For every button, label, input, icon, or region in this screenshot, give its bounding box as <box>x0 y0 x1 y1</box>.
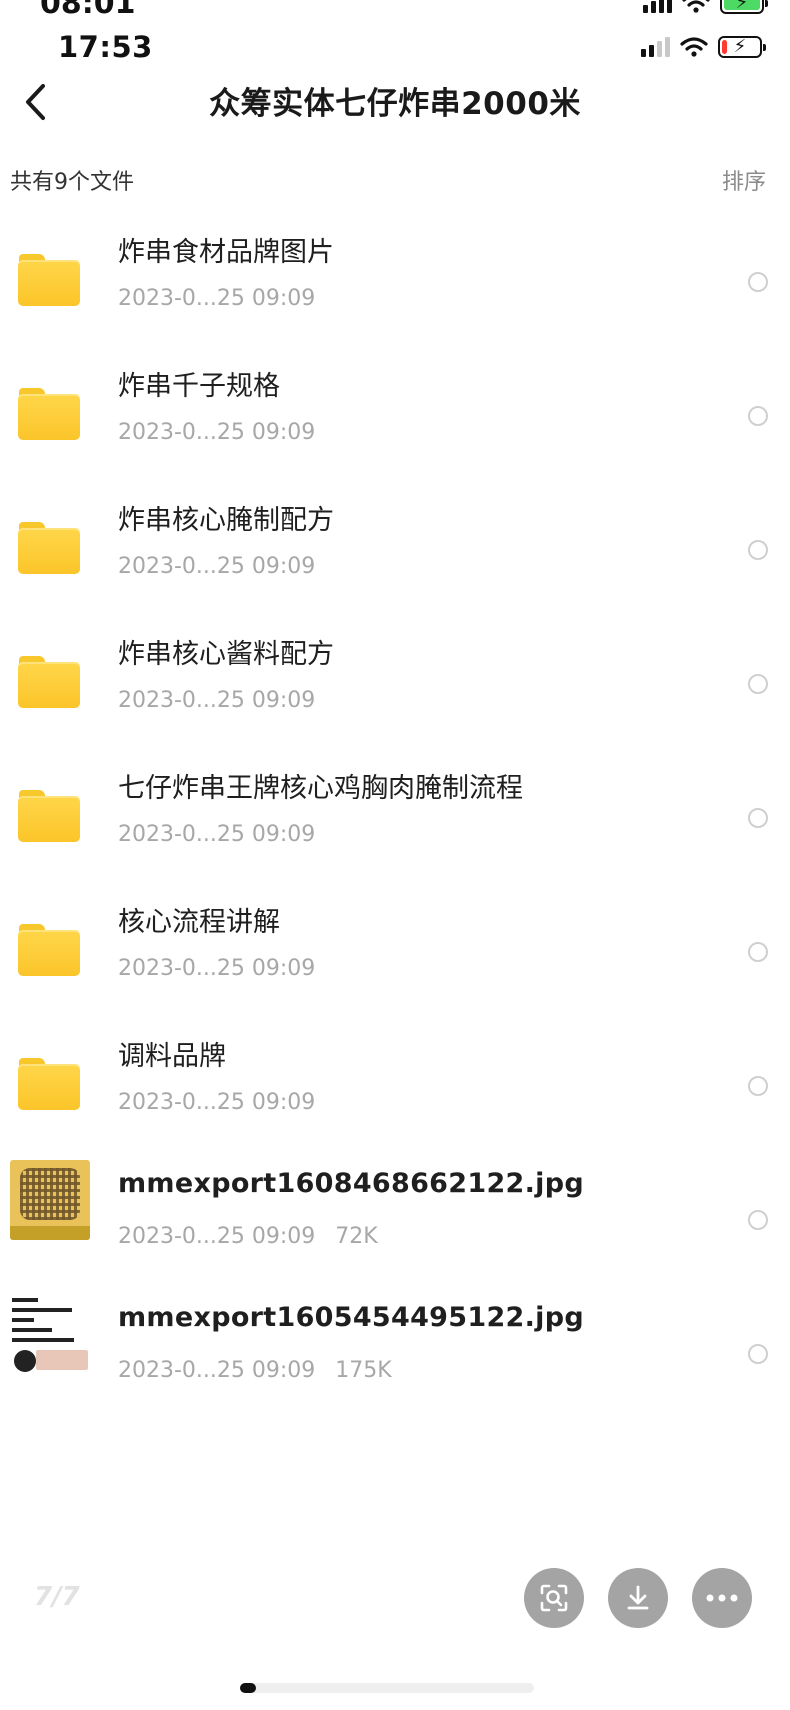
item-meta: 2023-0...25 09:09 <box>118 1090 315 1115</box>
image-thumbnail <box>10 1160 90 1240</box>
list-item[interactable]: 核心流程讲解 2023-0...25 09:09 <box>0 890 790 1024</box>
select-radio[interactable] <box>748 406 768 426</box>
status-time-top: 08:01 <box>40 0 136 21</box>
item-date: 2023-0...25 09:09 <box>118 420 316 445</box>
file-count: 共有9个文件 <box>10 170 134 195</box>
item-meta: 2023-0...25 09:09 <box>118 554 315 579</box>
item-name: 炸串核心腌制配方 <box>118 505 334 536</box>
status-bar: 17:53 ⚡ <box>0 28 790 68</box>
file-list: 炸串食材品牌图片 2023-0...25 09:09 炸串千子规格 2023-0… <box>0 220 790 1426</box>
item-meta: 2023-0...25 09:09 72K <box>118 1224 378 1249</box>
download-button[interactable] <box>608 1568 668 1628</box>
item-name: 七仔炸串王牌核心鸡胸肉腌制流程 <box>118 773 523 804</box>
folder-icon <box>18 924 80 976</box>
wifi-icon <box>682 0 710 13</box>
status-icons: ⚡ <box>641 36 766 58</box>
status-icons-top: ⚡ <box>643 0 768 14</box>
list-item[interactable]: 炸串千子规格 2023-0...25 09:09 <box>0 354 790 488</box>
item-meta: 2023-0...25 09:09 <box>118 956 315 981</box>
select-radio[interactable] <box>748 1344 768 1364</box>
status-time: 17:53 <box>58 30 153 64</box>
page-indicator: 7/7 <box>34 1582 80 1612</box>
folder-icon <box>18 1058 80 1110</box>
battery-charging-icon: ⚡ <box>720 0 768 14</box>
item-name: mmexport1608468662122.jpg <box>118 1168 584 1199</box>
status-bar-top: 08:01 ⚡ <box>0 0 790 22</box>
item-date: 2023-0...25 09:09 <box>118 1358 316 1383</box>
select-radio[interactable] <box>748 540 768 560</box>
item-name: mmexport1605454495122.jpg <box>118 1302 584 1333</box>
list-item[interactable]: 调料品牌 2023-0...25 09:09 <box>0 1024 790 1158</box>
list-item[interactable]: mmexport1608468662122.jpg 2023-0...25 09… <box>0 1158 790 1292</box>
select-radio[interactable] <box>748 1210 768 1230</box>
item-date: 2023-0...25 09:09 <box>118 554 316 579</box>
item-date: 2023-0...25 09:09 <box>118 286 316 311</box>
item-date: 2023-0...25 09:09 <box>118 822 316 847</box>
select-radio[interactable] <box>748 272 768 292</box>
download-icon <box>627 1585 649 1610</box>
item-date: 2023-0...25 09:09 <box>118 688 316 713</box>
item-date: 2023-0...25 09:09 <box>118 956 316 981</box>
folder-icon <box>18 790 80 842</box>
item-date: 2023-0...25 09:09 <box>118 1090 316 1115</box>
select-radio[interactable] <box>748 1076 768 1096</box>
item-name: 核心流程讲解 <box>118 907 280 938</box>
navigation-bar: 众筹实体七仔炸串2000米 <box>0 72 790 144</box>
item-size: 175K <box>335 1358 392 1383</box>
item-date: 2023-0...25 09:09 <box>118 1224 316 1249</box>
item-meta: 2023-0...25 09:09 <box>118 688 315 713</box>
folder-icon <box>18 388 80 440</box>
scan-search-icon <box>540 1584 568 1612</box>
sort-button[interactable]: 排序 <box>722 164 766 196</box>
item-name: 炸串食材品牌图片 <box>118 237 334 268</box>
item-meta: 2023-0...25 09:09 175K <box>118 1358 392 1383</box>
home-indicator[interactable] <box>240 1683 534 1693</box>
more-button[interactable] <box>692 1568 752 1628</box>
item-meta: 2023-0...25 09:09 <box>118 286 315 311</box>
list-item[interactable]: 炸串核心腌制配方 2023-0...25 09:09 <box>0 488 790 622</box>
list-item[interactable]: 炸串食材品牌图片 2023-0...25 09:09 <box>0 220 790 354</box>
select-radio[interactable] <box>748 942 768 962</box>
scan-button[interactable] <box>524 1568 584 1628</box>
item-meta: 2023-0...25 09:09 <box>118 420 315 445</box>
signal-icon <box>643 0 672 13</box>
more-horizontal-icon <box>706 1594 738 1602</box>
folder-icon <box>18 656 80 708</box>
signal-icon <box>641 37 670 57</box>
item-name: 调料品牌 <box>118 1041 226 1072</box>
folder-icon <box>18 254 80 306</box>
list-item[interactable]: mmexport1605454495122.jpg 2023-0...25 09… <box>0 1292 790 1426</box>
select-radio[interactable] <box>748 808 768 828</box>
item-size: 72K <box>335 1224 378 1249</box>
image-thumbnail <box>10 1294 90 1374</box>
list-item[interactable]: 炸串核心酱料配方 2023-0...25 09:09 <box>0 622 790 756</box>
item-name: 炸串千子规格 <box>118 371 280 402</box>
list-item[interactable]: 七仔炸串王牌核心鸡胸肉腌制流程 2023-0...25 09:09 <box>0 756 790 890</box>
wifi-icon <box>680 37 708 57</box>
list-subheader: 共有9个文件 排序 <box>0 160 790 200</box>
battery-low-charging-icon: ⚡ <box>718 36 766 58</box>
folder-icon <box>18 522 80 574</box>
item-name: 炸串核心酱料配方 <box>118 639 334 670</box>
item-meta: 2023-0...25 09:09 <box>118 822 315 847</box>
page-title: 众筹实体七仔炸串2000米 <box>209 86 581 122</box>
select-radio[interactable] <box>748 674 768 694</box>
file-browser-screen: 08:01 ⚡ 17:53 ⚡ 众筹实体七仔炸串2000米 共有9个文件 排序 … <box>0 0 790 1710</box>
